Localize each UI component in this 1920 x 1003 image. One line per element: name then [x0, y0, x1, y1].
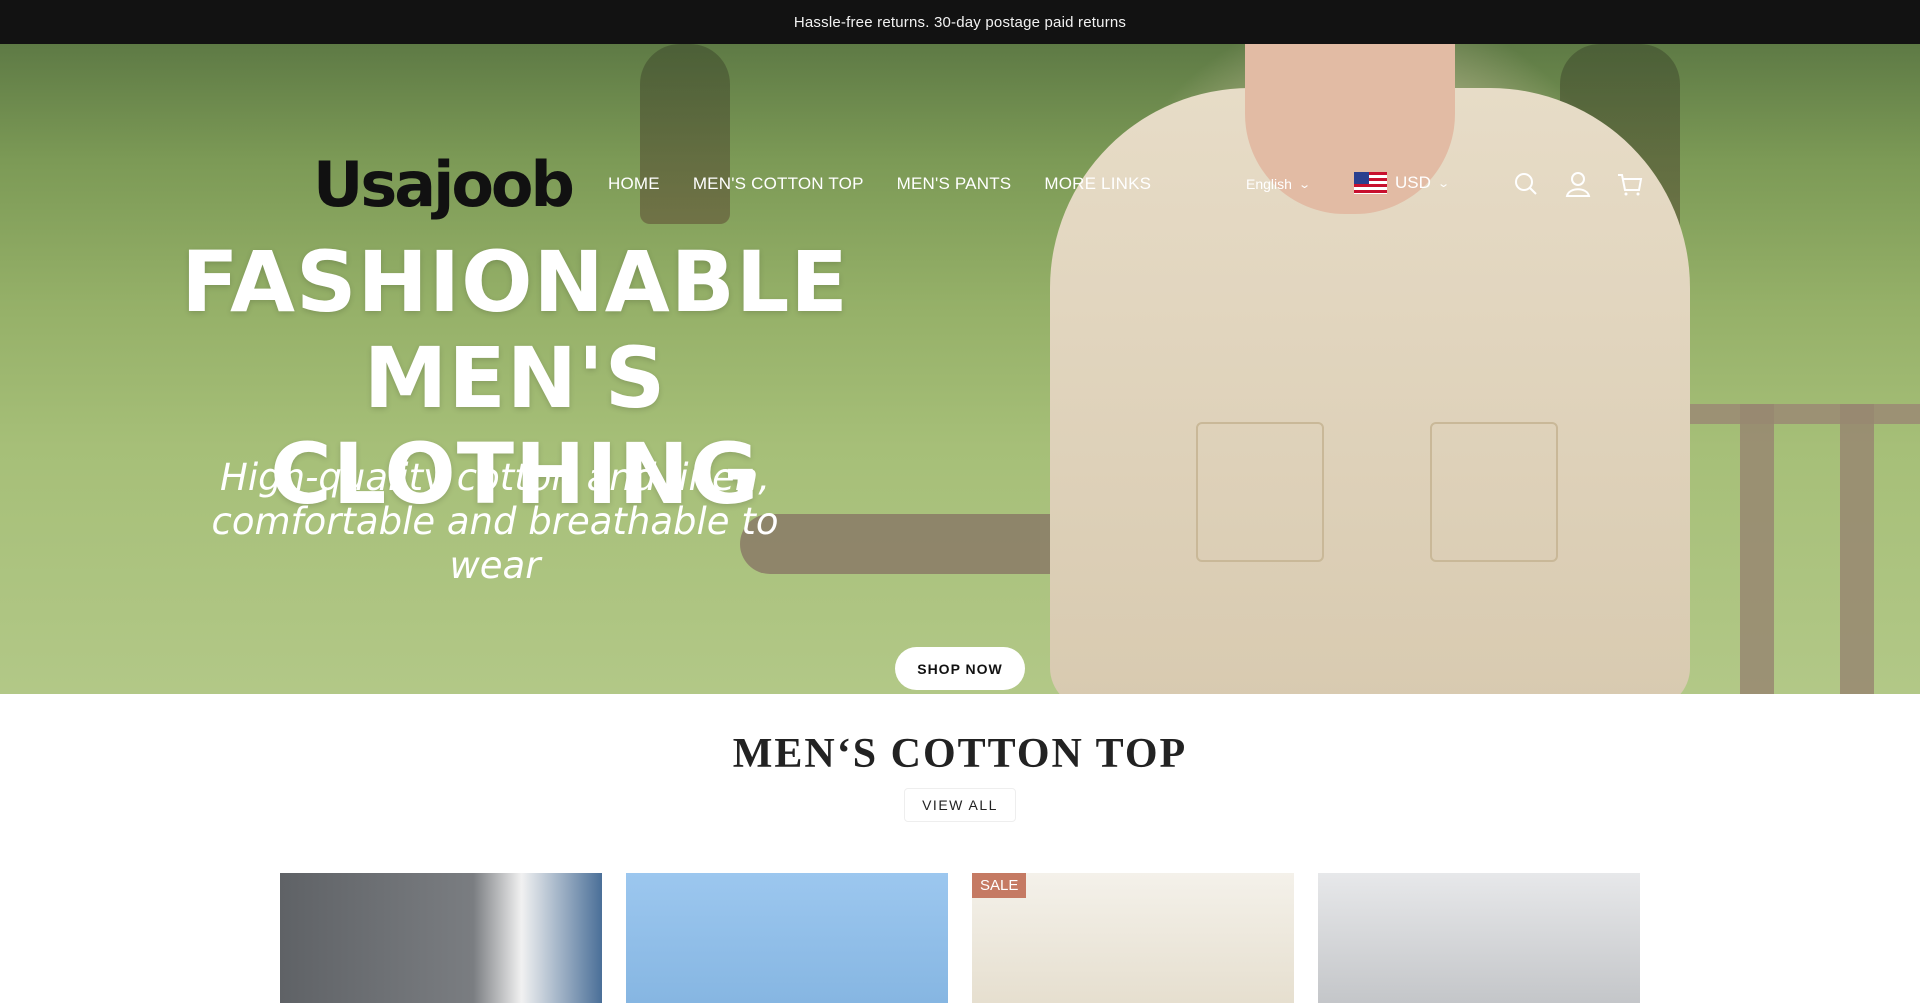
product-card[interactable]: SALE	[972, 873, 1294, 1003]
announcement-bar: Hassle-free returns. 30-day postage paid…	[0, 0, 1920, 44]
currency-label: USD	[1395, 173, 1431, 192]
shirt-pocket	[1430, 422, 1558, 562]
search-icon[interactable]	[1510, 168, 1542, 200]
product-image[interactable]	[1318, 873, 1640, 1003]
bench-slat	[1740, 404, 1774, 694]
language-label: English	[1246, 176, 1292, 192]
us-flag-icon	[1354, 172, 1387, 194]
chevron-down-icon: ⌄	[1298, 178, 1311, 191]
hero-subtitle: High-quality cotton and linen, comfortab…	[211, 456, 779, 587]
chevron-down-icon: ⌄	[1437, 177, 1450, 190]
announcement-text: Hassle-free returns. 30-day postage paid…	[793, 13, 1127, 31]
product-grid: SALE	[280, 873, 1640, 1003]
shop-now-button[interactable]: SHOP NOW	[895, 647, 1025, 690]
nav-mens-cotton-top[interactable]: MEN'S COTTON TOP	[693, 174, 864, 194]
hero-banner: Usajoob HOME MEN'S COTTON TOP MEN'S PANT…	[0, 44, 1920, 694]
product-image[interactable]	[626, 873, 948, 1003]
product-image[interactable]	[280, 873, 602, 1003]
shirt-pocket	[1196, 422, 1324, 562]
sale-badge: SALE	[972, 873, 1027, 898]
language-selector[interactable]: English ⌄	[1246, 176, 1311, 192]
account-icon[interactable]	[1562, 168, 1594, 200]
site-header: Usajoob HOME MEN'S COTTON TOP MEN'S PANT…	[0, 140, 1920, 228]
nav-more-links[interactable]: MORE LINKS	[1044, 174, 1151, 194]
cart-icon[interactable]	[1614, 168, 1646, 200]
product-card[interactable]	[626, 873, 948, 1003]
header-icons	[1510, 168, 1646, 200]
product-card[interactable]	[1318, 873, 1640, 1003]
product-card[interactable]	[280, 873, 602, 1003]
currency-selector[interactable]: USD ⌄	[1354, 172, 1450, 194]
section-title: MEN‘S COTTON TOP	[732, 731, 1188, 777]
main-nav: HOME MEN'S COTTON TOP MEN'S PANTS MORE L…	[608, 174, 1151, 194]
nav-home[interactable]: HOME	[608, 174, 660, 194]
hero-title-line1: FASHIONABLE	[181, 233, 849, 331]
bench-arm	[740, 514, 1100, 574]
site-logo[interactable]: Usajoob	[313, 148, 575, 221]
nav-mens-pants[interactable]: MEN'S PANTS	[897, 174, 1012, 194]
bench-slat	[1840, 404, 1874, 694]
view-all-button[interactable]: VIEW ALL	[904, 788, 1016, 822]
